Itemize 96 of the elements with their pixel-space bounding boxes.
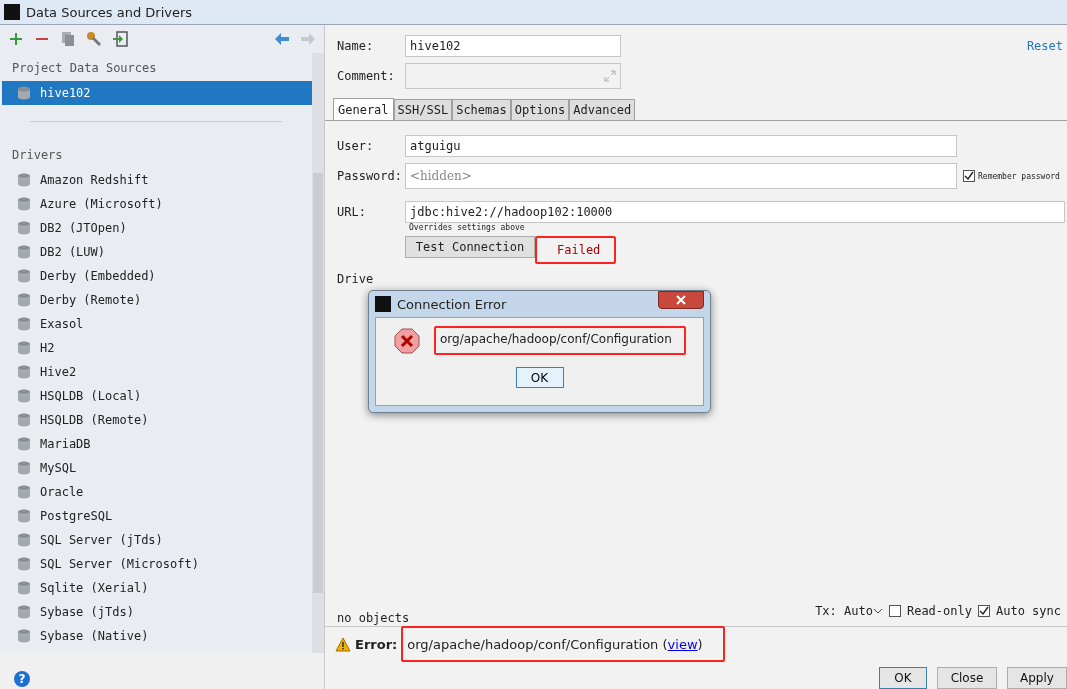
status-text: Failed [535, 236, 617, 264]
driver-item[interactable]: PostgreSQL [40, 509, 113, 523]
dialog-button[interactable]: Apply [1007, 667, 1067, 689]
error-message: org/apache/hadoop/conf/Configuration [434, 326, 686, 355]
tab[interactable]: General [333, 98, 394, 120]
database-icon [16, 628, 32, 644]
expand-icon[interactable] [604, 70, 616, 82]
field-label: URL: [337, 205, 367, 219]
tab[interactable]: Advanced [569, 99, 636, 120]
database-icon [16, 460, 32, 476]
status-text: no objects [337, 611, 410, 625]
database-icon [16, 220, 32, 236]
driver-item[interactable]: Sybase (jTds) [40, 605, 134, 619]
close-icon[interactable] [658, 291, 704, 309]
hint-text: Overrides settings above [408, 223, 525, 232]
data-source-item[interactable]: hive102 [2, 81, 312, 105]
scrollbar[interactable] [312, 53, 324, 653]
transaction-dropdown[interactable]: Tx: Auto [815, 604, 873, 618]
dialog-button[interactable]: OK [879, 667, 927, 689]
database-icon [16, 580, 32, 596]
driver-item[interactable]: Sybase (Native) [40, 629, 149, 643]
database-icon [16, 196, 32, 212]
database-icon [16, 364, 32, 380]
checkbox[interactable] [888, 605, 901, 617]
driver-item[interactable]: DB2 (LUW) [40, 245, 106, 259]
driver-item[interactable]: H2 [40, 341, 55, 355]
checkbox-label: Remember password [978, 171, 1060, 181]
add-icon[interactable] [8, 31, 24, 47]
driver-item[interactable]: Oracle [40, 485, 84, 499]
driver-item[interactable]: MySQL [40, 461, 77, 475]
error-icon [394, 327, 420, 354]
driver-item[interactable]: Azure (Microsoft) [40, 197, 163, 211]
field-label: Comment: [337, 69, 396, 83]
driver-item[interactable]: HSQLDB (Remote) [40, 413, 149, 427]
dialog-title: Connection Error [397, 296, 507, 312]
tab[interactable]: Schemas [452, 99, 511, 120]
driver-item[interactable]: HSQLDB (Local) [40, 389, 142, 403]
comment-field[interactable] [405, 63, 621, 89]
driver-item[interactable]: Hive2 [40, 365, 77, 379]
database-icon [16, 268, 32, 284]
driver-item[interactable]: Derby (Embedded) [40, 269, 156, 283]
help-icon[interactable]: ? [14, 671, 30, 687]
view-link[interactable]: view [667, 636, 698, 652]
database-icon [16, 388, 32, 404]
driver-item[interactable]: Exasol [40, 317, 84, 331]
field-label: Password: [337, 169, 404, 183]
url-field[interactable]: jdbc:hive2://hadoop102:10000 [405, 201, 1065, 223]
window-title: Data Sources and Drivers [26, 4, 193, 20]
checkbox[interactable] [977, 605, 990, 617]
name-field[interactable]: hive102 [405, 35, 621, 57]
app-logo-icon [375, 296, 391, 312]
tab[interactable]: Options [510, 99, 570, 120]
ok-button[interactable]: OK [515, 367, 564, 388]
driver-item[interactable]: Amazon Redshift [40, 173, 149, 187]
database-icon [16, 85, 32, 101]
password-field[interactable]: <hidden> [405, 163, 957, 189]
database-icon [16, 532, 32, 548]
test-connection-button[interactable]: Test Connection [405, 236, 535, 258]
error-label: Error: [355, 636, 398, 652]
error-message: ) [697, 636, 703, 652]
database-icon [16, 172, 32, 188]
field-label: Name: [337, 39, 375, 53]
import-icon[interactable] [112, 31, 128, 47]
database-icon [16, 604, 32, 620]
driver-item[interactable]: SQL Server (Microsoft) [40, 557, 199, 571]
database-icon [16, 556, 32, 572]
checkbox-label: Read-only [906, 604, 972, 618]
driver-item[interactable]: Derby (Remote) [40, 293, 142, 307]
database-icon [16, 292, 32, 308]
checkbox[interactable] [963, 170, 975, 182]
driver-item[interactable]: SQL Server (jTds) [40, 533, 163, 547]
database-icon [16, 340, 32, 356]
database-icon [16, 412, 32, 428]
warning-icon [335, 636, 351, 652]
database-icon [16, 244, 32, 260]
back-arrow-icon[interactable] [274, 31, 290, 47]
database-icon [16, 316, 32, 332]
driver-item[interactable]: DB2 (JTOpen) [40, 221, 127, 235]
database-icon [16, 508, 32, 524]
error-message: org/apache/hadoop/conf/Configuration ( [407, 636, 668, 652]
driver-item[interactable]: MariaDB [40, 437, 91, 451]
section-heading: Drivers [11, 147, 64, 164]
reset-link[interactable]: Reset [1026, 39, 1063, 53]
checkbox-label: Auto sync [995, 604, 1061, 618]
field-label: User: [337, 139, 375, 153]
database-icon [16, 436, 32, 452]
section-heading: Project Data Sources [11, 60, 158, 77]
driver-item[interactable]: Sqlite (Xerial) [40, 581, 149, 595]
database-icon [16, 484, 32, 500]
user-field[interactable]: atguigu [405, 135, 957, 157]
chevron-down-icon[interactable] [872, 607, 883, 615]
dialog-button[interactable]: Close [937, 667, 997, 689]
app-logo-icon [4, 4, 20, 20]
tab[interactable]: SSH/SSL [393, 99, 453, 120]
field-label: Drive [337, 272, 374, 286]
copy-icon[interactable] [60, 31, 76, 47]
